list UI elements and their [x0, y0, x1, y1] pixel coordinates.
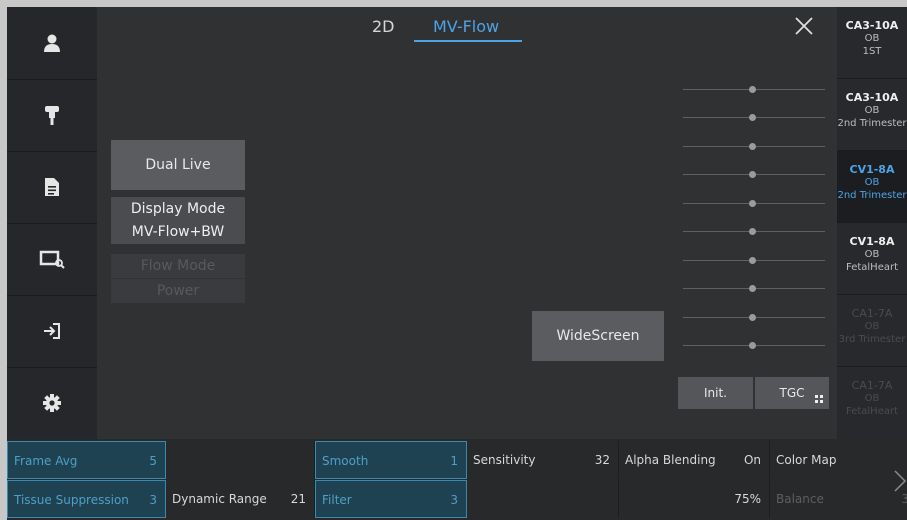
probe-name: CA3-10A [845, 91, 899, 104]
param-label: Sensitivity [473, 453, 536, 467]
tgc-button[interactable]: TGC [755, 377, 829, 409]
probe-preset: 2nd Trimester [837, 118, 907, 129]
image-review-icon [39, 250, 65, 269]
probe-item: CA1-7A OB 3rd Trimester [837, 295, 907, 367]
probe-preset: FetalHeart [845, 262, 899, 273]
probe-button[interactable] [7, 79, 97, 152]
parameter-bar: Frame Avg 5 Smooth 1 Sensitivity 32 Alph… [7, 439, 907, 520]
tgc-slider-knob[interactable] [749, 228, 756, 235]
probe-app: OB [864, 393, 880, 404]
param-value: 3 [149, 493, 157, 507]
probe-name: CA3-10A [845, 19, 899, 32]
param-smooth[interactable]: Smooth 1 [315, 441, 467, 479]
tgc-slider-knob[interactable] [749, 86, 756, 93]
chevron-right-icon[interactable] [893, 469, 907, 493]
param-label: Balance [776, 492, 824, 506]
probe-item[interactable]: CV1-8A OB FetalHeart [837, 223, 907, 295]
param-color-map[interactable]: Color Map [770, 441, 907, 479]
param-label: Dynamic Range [172, 492, 267, 506]
settings-icon [43, 394, 61, 412]
param-value: On [743, 453, 761, 467]
image-review-button[interactable] [7, 223, 97, 296]
tgc-slider-knob[interactable] [749, 171, 756, 178]
tgc-slider-knob[interactable] [749, 257, 756, 264]
param-balance: Balance 3 [770, 480, 907, 518]
mode-tabs: 2D MV-Flow [7, 7, 837, 47]
probe-name: CA1-7A [851, 307, 893, 320]
param-value: 21 [290, 492, 306, 506]
param-tissue-suppression[interactable]: Tissue Suppression 3 [7, 480, 166, 518]
param-empty [467, 480, 619, 518]
exit-button[interactable] [7, 295, 97, 368]
probe-item-selected[interactable]: CV1-8A OB 2nd Trimester [837, 151, 907, 223]
probe-preset: 3rd Trimester [838, 334, 906, 345]
tgc-slider-knob[interactable] [749, 285, 756, 292]
param-label: Tissue Suppression [14, 493, 129, 507]
widescreen-button[interactable]: WideScreen [532, 311, 664, 361]
report-icon [45, 178, 59, 196]
tgc-slider-knob[interactable] [749, 200, 756, 207]
param-value: 32 [594, 453, 610, 467]
probe-preset: 2nd Trimester [837, 190, 907, 201]
param-alpha-blending[interactable]: Alpha Blending On [619, 441, 770, 479]
probe-item[interactable]: CA3-10A OB 1ST [837, 7, 907, 79]
probe-name: CV1-8A [849, 163, 895, 176]
settings-button[interactable] [7, 367, 97, 439]
ultrasound-screen: 2D MV-Flow Dual Live Display Mode MV-Flo… [7, 7, 907, 520]
flow-mode-value: Power [111, 279, 245, 303]
probe-preset: FetalHeart [845, 406, 899, 417]
flow-mode-label: Flow Mode [111, 254, 245, 278]
probe-list: CA3-10A OB 1ST CA3-10A OB 2nd Trimester … [837, 7, 907, 439]
param-value: 75% [734, 492, 761, 506]
param-value: 5 [149, 454, 157, 468]
display-mode-value[interactable]: MV-Flow+BW [111, 220, 245, 244]
left-sidebar [7, 7, 97, 439]
tgc-slider-knob[interactable] [749, 314, 756, 321]
param-sensitivity[interactable]: Sensitivity 32 [467, 441, 619, 479]
probe-name: CV1-8A [849, 235, 895, 248]
param-dynamic-range[interactable]: Dynamic Range 21 [166, 480, 315, 518]
tgc-slider-knob[interactable] [749, 114, 756, 121]
param-value: 1 [450, 454, 458, 468]
param-value: 3 [450, 493, 458, 507]
report-button[interactable] [7, 151, 97, 224]
probe-item: CA1-7A OB FetalHeart [837, 367, 907, 439]
param-label: Color Map [776, 453, 837, 467]
probe-item[interactable]: CA3-10A OB 2nd Trimester [837, 79, 907, 151]
param-frame-avg[interactable]: Frame Avg 5 [7, 441, 166, 479]
param-alpha-value[interactable]: 75% [619, 480, 770, 518]
param-value: 3 [901, 492, 907, 506]
display-mode-label: Display Mode [111, 197, 245, 221]
tgc-slider-knob[interactable] [749, 342, 756, 349]
tab-2d[interactable]: 2D [372, 17, 395, 36]
param-label: Smooth [322, 454, 369, 468]
probe-app: OB [864, 33, 880, 44]
probe-preset: 1ST [862, 46, 882, 57]
probe-app: OB [864, 321, 880, 332]
tab-mv-flow[interactable]: MV-Flow [433, 17, 499, 36]
probe-app: OB [864, 105, 880, 116]
active-tab-indicator [414, 40, 522, 42]
probe-app: OB [864, 177, 880, 188]
probe-icon [45, 106, 59, 125]
param-empty [166, 441, 315, 479]
dual-live-button[interactable]: Dual Live [111, 140, 245, 190]
probe-name: CA1-7A [851, 379, 893, 392]
param-filter[interactable]: Filter 3 [315, 480, 467, 518]
param-label: Filter [322, 493, 352, 507]
param-label: Alpha Blending [625, 453, 716, 467]
exit-icon [44, 323, 60, 339]
probe-app: OB [864, 249, 880, 260]
init-button[interactable]: Init. [678, 377, 753, 409]
param-label: Frame Avg [14, 454, 78, 468]
close-icon[interactable] [793, 15, 815, 37]
tgc-slider-knob[interactable] [749, 143, 756, 150]
grid-dots-icon [815, 395, 823, 403]
tgc-label: TGC [779, 386, 805, 400]
